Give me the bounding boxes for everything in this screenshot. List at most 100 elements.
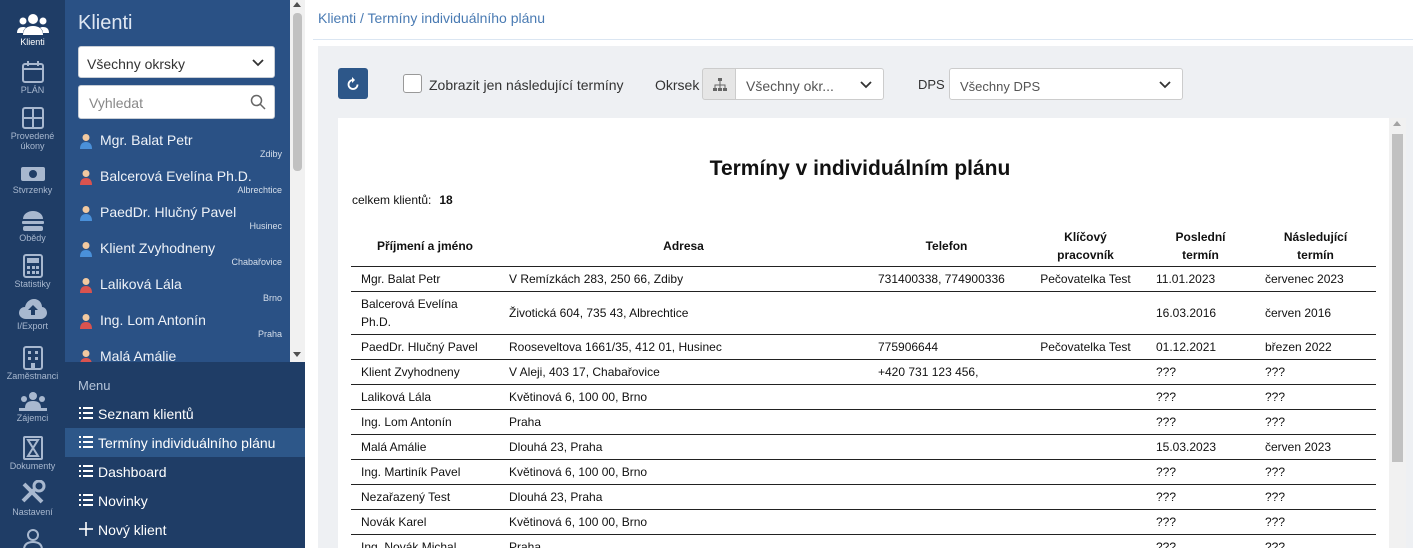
menu-item-plan-terms[interactable]: Termíny individuálního plánu (65, 428, 305, 457)
okrsek-label: Okrsek (655, 77, 700, 93)
table-row: Mgr. Balat Petr V Remízkách 283, 250 66,… (351, 266, 1376, 292)
table-row: PaedDr. Hlučný Pavel Rooseveltova 1661/3… (351, 334, 1376, 360)
tools-icon (21, 480, 45, 504)
menu-heading: Menu (78, 378, 111, 393)
client-list-item[interactable]: Klient Zvyhodneny Chabařovice (65, 232, 290, 268)
cell-worker (1025, 291, 1146, 335)
cell-worker (1025, 384, 1146, 410)
cell-next: ??? (1255, 359, 1376, 385)
col-header-last: Poslední termín (1146, 226, 1255, 267)
col-header-address: Adresa (499, 226, 868, 267)
cell-last: ??? (1146, 459, 1255, 485)
client-list-item[interactable]: Ing. Lom Antonín Praha (65, 304, 290, 340)
cell-address: V Remízkách 283, 250 66, Zdiby (499, 266, 868, 292)
cell-worker (1025, 534, 1146, 548)
refresh-icon (347, 77, 359, 90)
search-icon (250, 94, 266, 110)
client-total: celkem klientů: 18 (352, 193, 453, 207)
menu-item-dashboard[interactable]: Dashboard (65, 457, 305, 486)
rail-item-export[interactable]: I/Export (0, 298, 65, 331)
cell-name: Novák Karel (351, 509, 499, 535)
chevron-down-icon (1159, 81, 1171, 89)
client-list-item[interactable]: Mgr. Balat Petr Zdiby (65, 124, 290, 160)
cell-name: Balcerová Evelína Ph.D. (351, 291, 499, 335)
okrsek-select[interactable]: Všechny okr... (735, 68, 884, 100)
client-list-item[interactable]: Laliková Lála Brno (65, 268, 290, 304)
rail-item-employees[interactable]: Zaměstnanci (0, 346, 65, 381)
table-row: Laliková Lála Květinová 6, 100 00, Brno … (351, 384, 1376, 410)
table-row: Klient Zvyhodneny V Aleji, 403 17, Chaba… (351, 359, 1376, 385)
cell-phone (868, 534, 1025, 548)
table-row: Ing. Lom Antonín Praha ??? ??? (351, 409, 1376, 435)
client-town: Albrechtice (237, 185, 282, 195)
cell-worker (1025, 509, 1146, 535)
menu-item-new-client[interactable]: Nový klient (65, 515, 305, 544)
users-icon (16, 14, 49, 35)
district-select[interactable]: Všechny okrsky (78, 46, 275, 78)
rail-item-clients[interactable]: Klienti (0, 12, 65, 47)
rail-item-receipts[interactable]: Stvrzenky (0, 164, 65, 195)
okrsek-tree-button[interactable] (702, 68, 736, 100)
cell-name: Ing. Lom Antonín (351, 409, 499, 435)
client-list-item[interactable]: PaedDr. Hlučný Pavel Husinec (65, 196, 290, 232)
rail-item-statistics[interactable]: Statistiky (0, 254, 65, 289)
scroll-thumb[interactable] (293, 13, 302, 171)
rail-item-more[interactable] (0, 528, 65, 548)
rail-item-settings[interactable]: Nastavení (0, 480, 65, 517)
rail-item-plan[interactable]: PLÁN (0, 60, 65, 95)
client-total-label: celkem klientů: (352, 193, 432, 207)
dps-select-value: Všechny DPS (960, 79, 1041, 94)
refresh-button[interactable] (338, 68, 368, 99)
list-icon (79, 494, 93, 506)
rail-item-lunches[interactable]: Obědy (0, 210, 65, 243)
cell-worker: Pečovatelka Test (1025, 266, 1146, 292)
col-header-worker-l1: Klíčový (1064, 229, 1107, 244)
client-name: Mgr. Balat Petr (100, 132, 193, 148)
person-icon (80, 278, 92, 293)
cell-worker (1025, 459, 1146, 485)
sitemap-icon (713, 78, 727, 91)
plus-icon (79, 522, 93, 536)
scroll-down-arrow[interactable] (293, 352, 301, 357)
cell-phone: 775906644 (868, 334, 1025, 360)
scroll-thumb[interactable] (1392, 134, 1403, 462)
hourglass-icon (22, 436, 43, 460)
client-list-item[interactable]: Malá Amálie (65, 340, 290, 362)
dps-select[interactable]: Všechny DPS (949, 68, 1183, 100)
rail-item-applicants[interactable]: Zájemci (0, 390, 65, 423)
cell-name: Laliková Lála (351, 384, 499, 410)
cell-worker (1025, 484, 1146, 510)
grid-icon (21, 107, 44, 129)
menu-item-client-list[interactable]: Seznam klientů (65, 399, 305, 428)
cell-last: ??? (1146, 509, 1255, 535)
client-list-scrollbar[interactable] (290, 0, 305, 362)
client-search-input[interactable]: Vyhledat (78, 85, 275, 119)
client-list-item[interactable]: Balcerová Evelína Ph.D. Albrechtice (65, 160, 290, 196)
person-icon (80, 134, 92, 149)
client-town: Husinec (249, 221, 282, 231)
rail-item-documents[interactable]: Dokumenty (0, 436, 65, 471)
district-select-value: Všechny okrsky (87, 56, 186, 72)
cell-last: ??? (1146, 409, 1255, 435)
col-header-next-l1: Následující (1283, 229, 1348, 244)
cell-phone (868, 409, 1025, 435)
client-town: Chabařovice (231, 257, 282, 267)
cell-phone (868, 291, 1025, 335)
cell-next: březen 2022 (1255, 334, 1376, 360)
scroll-up-arrow[interactable] (1393, 121, 1401, 126)
scroll-up-arrow[interactable] (293, 2, 301, 7)
person-icon (80, 206, 92, 221)
col-header-next-l2: termín (1297, 247, 1334, 262)
breadcrumb-divider (313, 39, 1413, 40)
cell-next: červen 2023 (1255, 434, 1376, 460)
breadcrumb[interactable]: Klienti / Termíny individuálního plánu (318, 10, 545, 26)
rail-label: PLÁN (20, 85, 45, 95)
person-icon (80, 350, 92, 362)
menu-item-news[interactable]: Novinky (65, 486, 305, 515)
col-header-worker-l2: pracovník (1057, 247, 1114, 262)
building-icon (22, 346, 43, 370)
cell-phone (868, 384, 1025, 410)
upcoming-only-checkbox[interactable] (403, 74, 422, 93)
rail-item-completed[interactable]: Provedené úkony (0, 106, 65, 151)
report-scrollbar[interactable] (1389, 118, 1406, 548)
